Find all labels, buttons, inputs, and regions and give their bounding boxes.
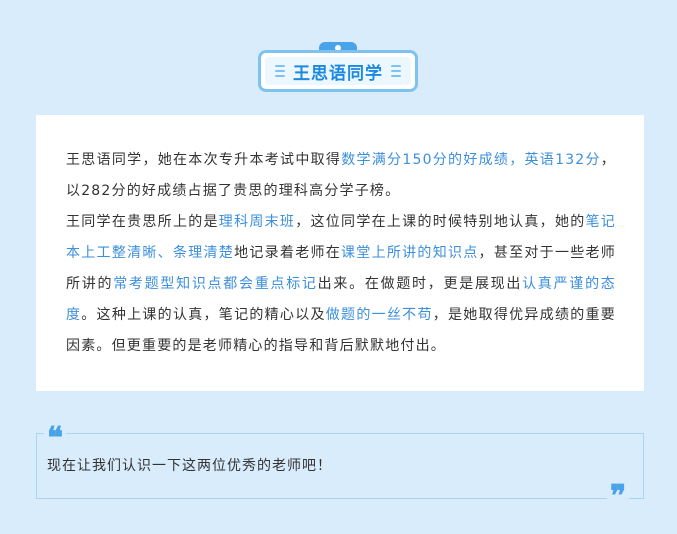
paragraph-2: 王同学在贵思所上的是理科周末班，这位同学在上课的时候特别地认真，她的笔记本上工整…	[66, 207, 616, 362]
page: 王思语同学 王思语同学，她在本次专升本考试中取得数学满分150分的好成绩，英语1…	[0, 0, 677, 534]
body-text: 地记录着老师在	[234, 245, 342, 261]
body-text: 王同学在贵思所上的是	[66, 214, 219, 230]
body-text: ，这位同学在上课的时候特别地认真，她的	[295, 214, 586, 230]
body-text: 王思语同学，她在本次专升本考试中取得	[66, 152, 342, 168]
highlight-text: 课堂上所讲的知识点	[341, 245, 479, 261]
highlight-text: 常考题型知识点都会重点标记	[113, 276, 318, 292]
title-badge: 王思语同学	[258, 50, 418, 92]
right-lines-icon	[391, 65, 401, 77]
body-text: 。这种上课的认真，笔记的精心以及	[81, 307, 326, 323]
left-lines-icon	[275, 65, 285, 77]
close-quote-icon: ❞	[607, 482, 630, 512]
paragraph-1: 王思语同学，她在本次专升本考试中取得数学满分150分的好成绩，英语132分，以2…	[66, 145, 616, 207]
body-text: 出来。在做题时，更是展现出	[317, 276, 523, 292]
quote-text: 现在让我们认识一下这两位优秀的老师吧！	[47, 458, 332, 474]
page-title: 王思语同学	[293, 63, 383, 84]
highlight-text: 理科周末班	[218, 214, 296, 230]
open-quote-icon: ❝	[44, 424, 67, 454]
highlight-text: 做题的一丝不苟	[325, 307, 433, 323]
highlight-text: 数学满分150分的好成绩，英语132分	[341, 152, 601, 168]
article-card: 王思语同学，她在本次专升本考试中取得数学满分150分的好成绩，英语132分，以2…	[36, 115, 644, 391]
title-badge-inner: 王思语同学	[265, 57, 411, 85]
